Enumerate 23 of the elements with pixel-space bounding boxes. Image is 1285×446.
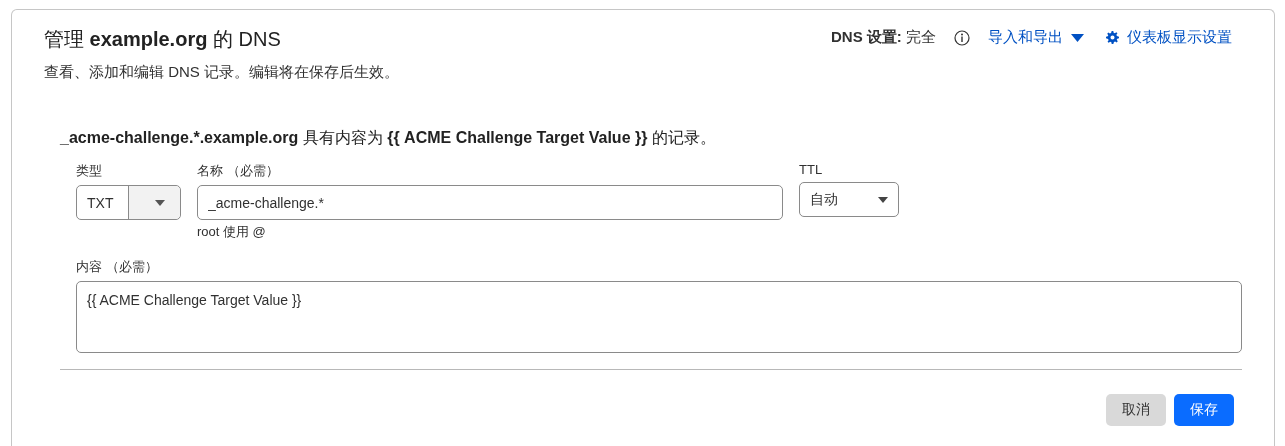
info-icon[interactable] [954, 29, 970, 46]
dashboard-settings-link[interactable]: 仪表板显示设置 [1106, 28, 1232, 47]
record-summary: _acme-challenge.*.example.org 具有内容为 {{ ACME Challenge Target Value }} 的记录。 [60, 128, 717, 148]
caret-icon [154, 199, 165, 206]
save-button[interactable]: 保存 [1174, 394, 1234, 426]
caret-icon [1071, 33, 1084, 42]
ttl-select[interactable]: 自动 [799, 182, 899, 217]
dns-setting-value: 完全 [906, 28, 936, 45]
name-label: 名称 （必需） [197, 162, 280, 180]
import-export-link[interactable]: 导入和导出 [988, 28, 1084, 47]
ttl-label: TTL [799, 162, 824, 177]
content-label: 内容 （必需） [76, 258, 159, 276]
name-hint: root 使用 @ [197, 223, 267, 241]
name-field[interactable]: _acme-challenge.* [197, 185, 783, 220]
content-field[interactable]: {{ ACME Challenge Target Value }} [76, 281, 1242, 353]
type-label: 类型 [76, 162, 103, 180]
type-select[interactable]: TXT [76, 185, 181, 220]
cancel-button[interactable]: 取消 [1106, 394, 1166, 426]
page-subtitle: 查看、添加和编辑 DNS 记录。编辑将在保存后生效。 [44, 63, 399, 82]
caret-icon [878, 196, 888, 203]
dns-setting-label: DNS 设置: [831, 28, 902, 45]
settings-icon [1106, 31, 1119, 44]
page-title: 管理 example.org 的 DNS [44, 27, 282, 52]
